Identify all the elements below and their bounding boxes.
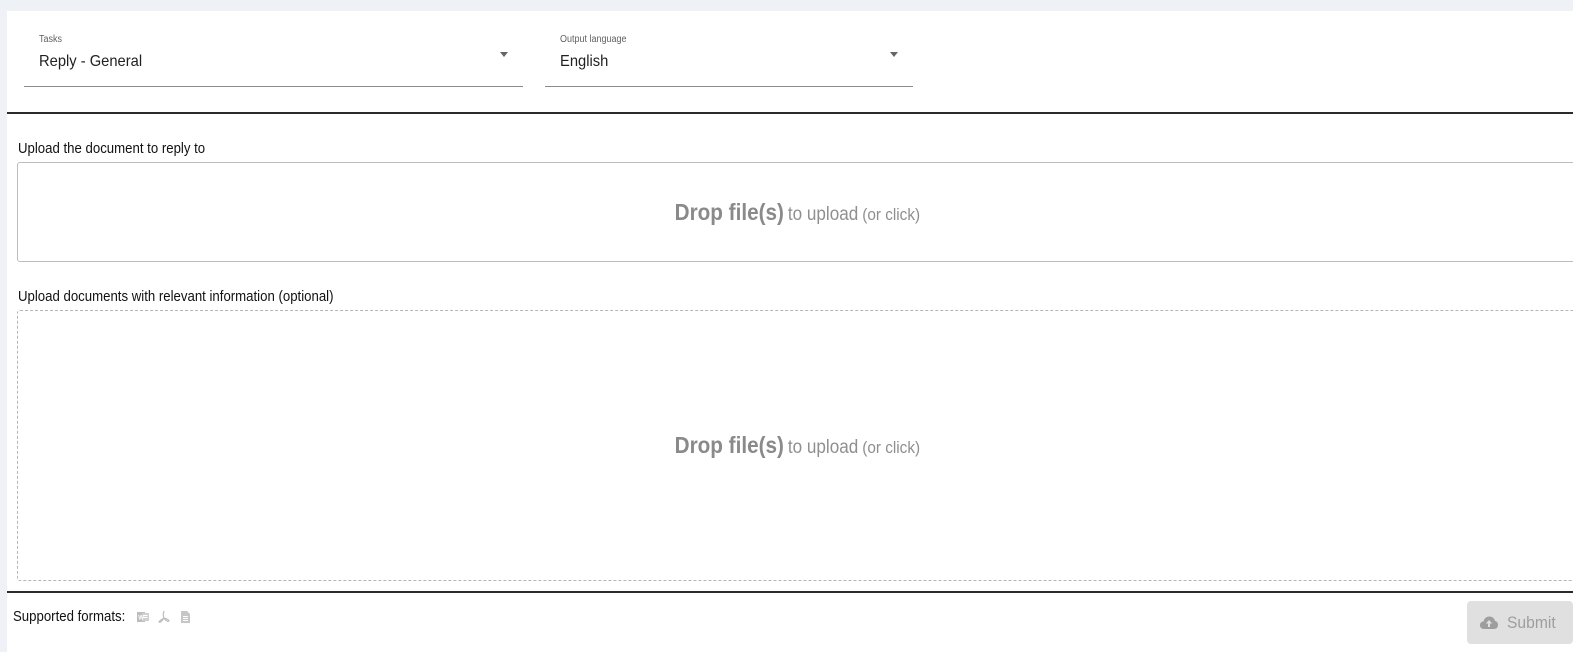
pdf-icon	[157, 610, 170, 623]
dropdown-arrow-icon[interactable]	[500, 52, 508, 57]
dropzone-hint-strong: Drop file(s)	[674, 432, 784, 458]
tasks-select[interactable]: Tasks Reply - General	[24, 11, 523, 87]
submit-button[interactable]: Submit	[1467, 601, 1573, 644]
output-language-select[interactable]: Output language English	[545, 11, 913, 87]
output-language-value: English	[560, 53, 609, 70]
word-document-icon: W	[136, 611, 149, 622]
dropzone-hint: Drop file(s) to upload (or click)	[674, 432, 919, 459]
cloud-upload-icon	[1480, 616, 1498, 629]
upload-reply-label: Upload the document to reply to	[18, 140, 206, 157]
reply-form-card: Tasks Reply - General Output language En…	[7, 11, 1573, 652]
supported-formats-label: Supported formats:	[13, 608, 126, 625]
svg-text:W: W	[138, 615, 144, 621]
footer-divider	[7, 591, 1573, 593]
submit-button-label: Submit	[1507, 612, 1556, 632]
dropzone-hint-small: (or click)	[861, 204, 920, 224]
dropzone-hint-mid: to upload	[787, 203, 858, 225]
dropdown-arrow-icon[interactable]	[890, 52, 898, 57]
dropzone-hint-strong: Drop file(s)	[674, 198, 784, 225]
upload-relevant-label: Upload documents with relevant informati…	[18, 288, 334, 305]
tasks-select-label: Tasks	[39, 34, 63, 45]
reply-document-dropzone[interactable]: Drop file(s) to upload (or click)	[17, 162, 1573, 262]
relevant-documents-dropzone[interactable]: Drop file(s) to upload (or click)	[17, 310, 1573, 581]
tasks-select-value: Reply - General	[39, 53, 143, 70]
dropzone-hint-small: (or click)	[861, 438, 920, 457]
supported-formats: Supported formats: W	[13, 608, 192, 625]
output-language-label: Output language	[560, 34, 627, 45]
text-file-icon	[180, 610, 190, 623]
dropzone-hint-mid: to upload	[787, 437, 858, 458]
dropzone-hint: Drop file(s) to upload (or click)	[674, 199, 919, 226]
section-divider	[7, 112, 1573, 114]
